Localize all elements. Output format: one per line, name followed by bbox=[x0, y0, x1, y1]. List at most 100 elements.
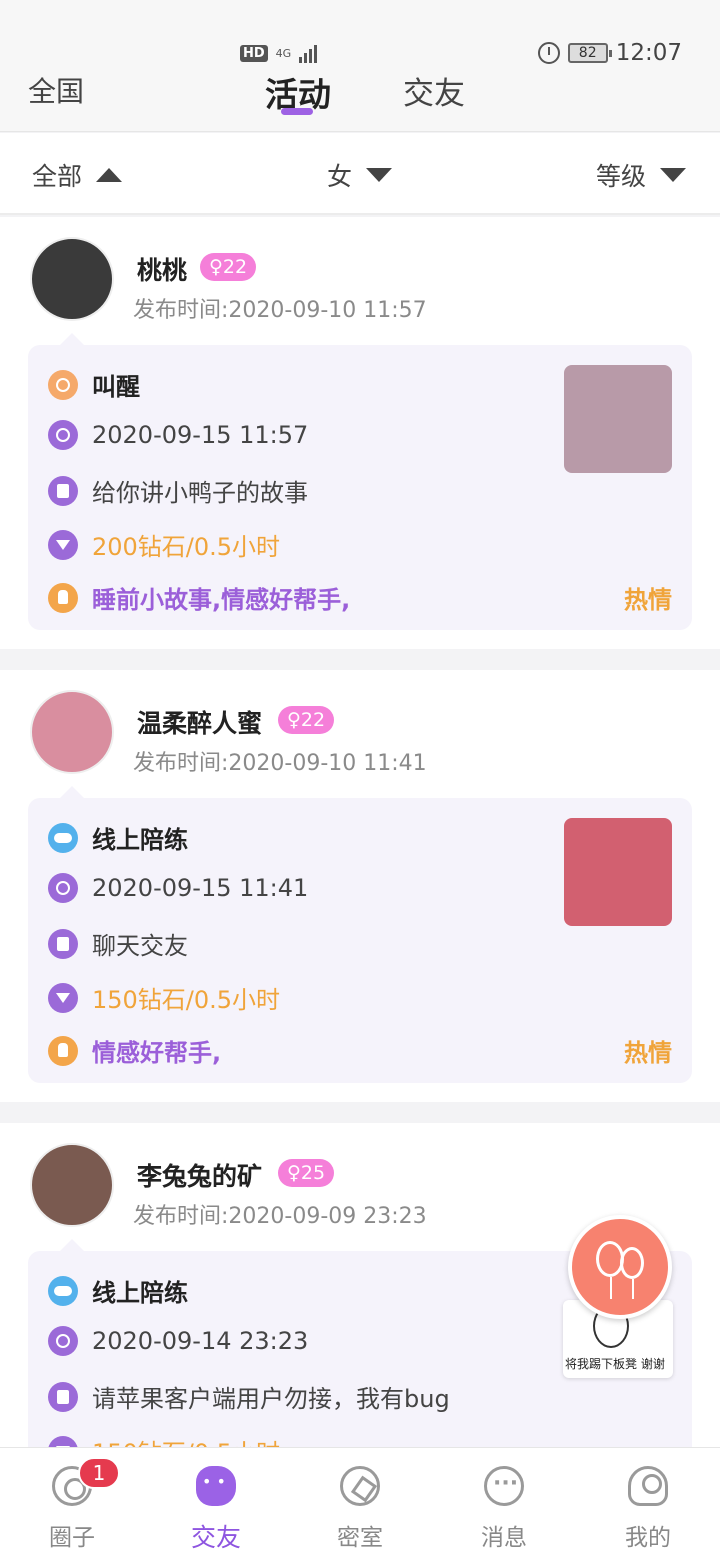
balloon-string bbox=[610, 1277, 612, 1299]
tab-label: 消息 bbox=[481, 1525, 527, 1551]
avatar[interactable] bbox=[30, 1143, 114, 1227]
unread-badge: 1 bbox=[78, 1457, 120, 1489]
filter-level[interactable]: 等级 bbox=[596, 157, 687, 193]
activity-description: 给你讲小鸭子的故事 bbox=[92, 479, 308, 507]
service-row: 叫醒 bbox=[48, 367, 140, 402]
filter-all[interactable]: 全部 bbox=[32, 157, 123, 193]
filter-gender-label: 女 bbox=[327, 162, 353, 191]
service-type: 线上陪练 bbox=[92, 1279, 188, 1307]
clock-icon bbox=[48, 420, 78, 450]
tags-row: 睡前小故事,情感好帮手, bbox=[48, 580, 350, 615]
activity-detail[interactable]: 线上陪练 2020-09-15 11:41 聊天交友 150钻石/0.5小时 情… bbox=[28, 786, 692, 1083]
avatar[interactable] bbox=[30, 237, 114, 321]
filter-level-label: 等级 bbox=[596, 162, 647, 191]
datetime-row: 2020-09-15 11:41 bbox=[48, 873, 308, 903]
region-selector[interactable]: 全国 bbox=[28, 70, 84, 110]
skill-tags: 睡前小故事,情感好帮手, bbox=[92, 586, 351, 614]
activity-datetime: 2020-09-15 11:41 bbox=[92, 874, 309, 902]
balloon-icon bbox=[620, 1247, 644, 1279]
publish-time: 发布时间:2020-09-10 11:41 bbox=[133, 751, 427, 776]
service-type: 线上陪练 bbox=[92, 826, 188, 854]
network-type: 4G bbox=[275, 46, 292, 60]
filter-bar: 全部 女 等级 bbox=[0, 133, 720, 215]
price: 200钻石/0.5小时 bbox=[92, 533, 281, 561]
tab-friends[interactable]: 交友 bbox=[403, 68, 465, 113]
datetime-row: 2020-09-15 11:57 bbox=[48, 420, 308, 450]
clock-icon bbox=[48, 873, 78, 903]
avatar[interactable] bbox=[30, 690, 114, 774]
description-row: 请苹果客户端用户勿接，我有bug bbox=[48, 1379, 450, 1414]
price: 150钻石/0.5小时 bbox=[92, 986, 281, 1014]
skill-tags: 情感好帮手, bbox=[92, 1039, 222, 1067]
tab-label: 密室 bbox=[337, 1525, 383, 1551]
document-icon bbox=[48, 1381, 78, 1412]
tag-icon bbox=[48, 582, 78, 613]
price-row: 150钻石/0.5小时 bbox=[48, 980, 280, 1015]
person-icon bbox=[628, 1466, 668, 1506]
diamond-icon bbox=[48, 1435, 78, 1447]
hot-label: 热情 bbox=[624, 586, 672, 614]
tab-label: 我的 bbox=[625, 1525, 671, 1551]
gamepad-icon bbox=[48, 1275, 78, 1306]
tab-messages[interactable]: 消息 bbox=[454, 1466, 554, 1552]
price-row: 200钻石/0.5小时 bbox=[48, 527, 280, 562]
document-icon bbox=[48, 928, 78, 959]
activity-datetime: 2020-09-14 23:23 bbox=[92, 1327, 309, 1355]
user-name: 温柔醉人蜜 bbox=[137, 709, 263, 738]
description-row: 聊天交友 bbox=[48, 926, 188, 961]
price-row: 150钻石/0.5小时 bbox=[48, 1433, 280, 1447]
filter-all-label: 全部 bbox=[32, 162, 83, 191]
caret-up-icon bbox=[96, 168, 123, 182]
publish-time: 发布时间:2020-09-09 23:23 bbox=[133, 1204, 427, 1229]
tab-friends-bottom[interactable]: 交友 bbox=[166, 1466, 266, 1554]
document-icon bbox=[48, 475, 78, 506]
user-name: 李兔兔的矿 bbox=[137, 1162, 263, 1191]
hot-label: 热情 bbox=[624, 1039, 672, 1067]
service-row: 线上陪练 bbox=[48, 820, 188, 855]
activity-detail[interactable]: 叫醒 2020-09-15 11:57 给你讲小鸭子的故事 200钻石/0.5小… bbox=[28, 333, 692, 630]
status-bar-right: 82 12:07 bbox=[537, 38, 682, 68]
tags-row: 情感好帮手, bbox=[48, 1033, 221, 1068]
alarm-icon bbox=[537, 42, 560, 64]
flower-icon bbox=[196, 1466, 236, 1506]
battery-icon: 82 bbox=[567, 43, 612, 63]
diamond-icon bbox=[48, 982, 78, 1013]
compass-icon bbox=[340, 1466, 380, 1506]
gender-age-badge: ♀25 bbox=[278, 1159, 335, 1187]
tab-room[interactable]: 密室 bbox=[310, 1466, 410, 1552]
signal-icon bbox=[299, 43, 318, 63]
activity-description: 聊天交友 bbox=[92, 932, 188, 960]
tab-label: 圈子 bbox=[49, 1525, 95, 1551]
active-tab-indicator bbox=[281, 108, 313, 115]
post-card[interactable]: 桃桃 ♀22 发布时间:2020-09-10 11:57 叫醒 2020-09-… bbox=[0, 217, 720, 649]
caret-down-icon bbox=[366, 168, 393, 182]
filter-gender[interactable]: 女 bbox=[327, 157, 393, 193]
tag-icon bbox=[48, 1035, 78, 1066]
balloon-string bbox=[632, 1279, 634, 1299]
photo-thumbnail[interactable] bbox=[564, 365, 672, 473]
diamond-icon bbox=[48, 529, 78, 560]
gender-age-badge: ♀22 bbox=[278, 706, 335, 734]
service-row: 线上陪练 bbox=[48, 1273, 188, 1308]
publish-time: 发布时间:2020-09-10 11:57 bbox=[133, 298, 427, 323]
hd-indicator: HD bbox=[240, 44, 268, 62]
user-name: 桃桃 bbox=[137, 256, 188, 285]
activity-description: 请苹果客户端用户勿接，我有bug bbox=[92, 1385, 450, 1413]
gender-age-badge: ♀22 bbox=[200, 253, 257, 281]
clock-time: 12:07 bbox=[615, 40, 682, 66]
activity-datetime: 2020-09-15 11:57 bbox=[92, 421, 309, 449]
top-bar: HD 4G 82 12:07 全国 活动 交友 bbox=[0, 0, 720, 132]
gamepad-icon bbox=[48, 822, 78, 853]
chat-bubble-icon bbox=[484, 1466, 524, 1506]
description-row: 给你讲小鸭子的故事 bbox=[48, 473, 308, 508]
meme-caption: 将我踢下板凳 谢谢 bbox=[565, 1357, 665, 1371]
post-card[interactable]: 温柔醉人蜜 ♀22 发布时间:2020-09-10 11:41 线上陪练 202… bbox=[0, 670, 720, 1102]
photo-thumbnail[interactable] bbox=[564, 818, 672, 926]
clock-icon bbox=[48, 1326, 78, 1356]
tab-profile[interactable]: 我的 bbox=[598, 1466, 698, 1552]
app-screen: HD 4G 82 12:07 全国 活动 交友 全部 女 等级 桃桃 ♀22 发… bbox=[0, 0, 720, 1560]
price: 150钻石/0.5小时 bbox=[92, 1433, 280, 1447]
status-bar-left: HD 4G bbox=[240, 38, 318, 68]
caret-down-icon bbox=[660, 168, 687, 182]
balloon-fab-button[interactable] bbox=[568, 1215, 672, 1319]
